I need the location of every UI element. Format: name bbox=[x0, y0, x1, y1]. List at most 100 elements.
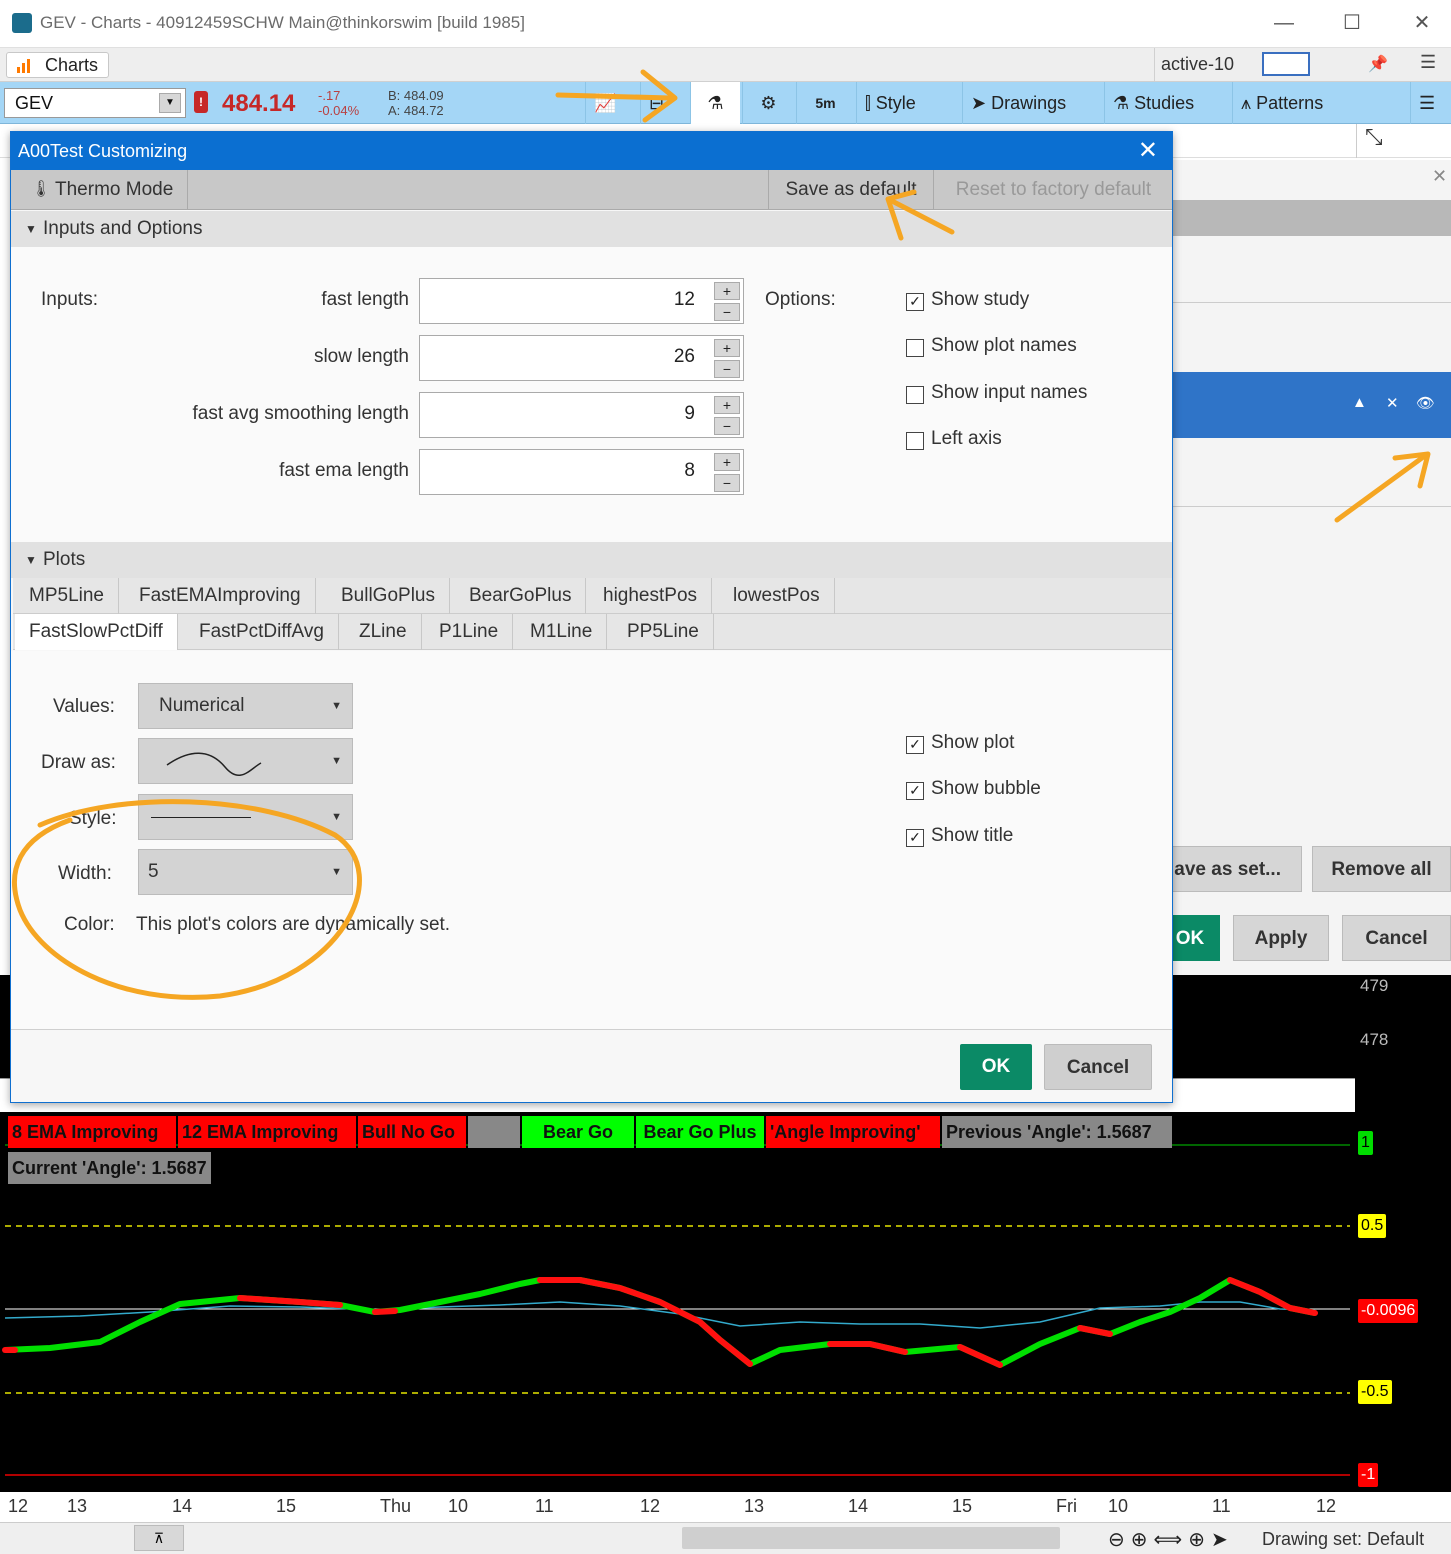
decrement-icon[interactable]: − bbox=[714, 474, 740, 492]
input-field-fast-avg-smoothing-length[interactable]: 9 + − bbox=[419, 392, 744, 438]
increment-icon[interactable]: + bbox=[714, 339, 740, 357]
chart-type-icon[interactable]: 📈 bbox=[585, 82, 635, 124]
save-as-default-button[interactable]: Save as default bbox=[768, 170, 934, 210]
menu-list-icon[interactable]: ☰ bbox=[1420, 52, 1436, 73]
bg-cancel-button[interactable]: Cancel bbox=[1342, 915, 1451, 961]
line-style-select[interactable]: ▼ bbox=[138, 794, 353, 840]
active-link-label[interactable]: active-10 bbox=[1154, 48, 1240, 82]
input-field-fast-ema-length[interactable]: 8 + − bbox=[419, 449, 744, 495]
plots-section-header[interactable]: ▼ Plots bbox=[11, 542, 1172, 578]
visibility-eye-icon[interactable]: 👁 bbox=[1416, 394, 1435, 412]
plot-tab-beargoplus[interactable]: BearGoPlus bbox=[455, 578, 587, 614]
red-segment bbox=[957, 1344, 1003, 1368]
thermo-mode-button[interactable]: 🌡 Thermo Mode bbox=[11, 170, 189, 210]
checkbox-label[interactable]: Show input names bbox=[931, 382, 1087, 404]
remove-all-button[interactable]: Remove all bbox=[1312, 846, 1451, 892]
drawing-set-label[interactable]: Drawing set: Default bbox=[1262, 1529, 1424, 1550]
symbol-dropdown-icon[interactable]: ▼ bbox=[159, 93, 181, 113]
checkbox-label[interactable]: Show title bbox=[931, 825, 1013, 847]
reset-factory-default-button[interactable]: Reset to factory default bbox=[935, 170, 1172, 210]
checkbox-label[interactable]: Show bubble bbox=[931, 778, 1041, 800]
increment-icon[interactable]: + bbox=[714, 282, 740, 300]
plot-tab-fastemaimproving[interactable]: FastEMAImproving bbox=[125, 578, 316, 614]
charts-tab[interactable]: Charts bbox=[6, 52, 110, 78]
decrement-icon[interactable]: − bbox=[714, 303, 740, 321]
bg-close-icon[interactable]: ✕ bbox=[1432, 166, 1447, 187]
style-button[interactable]: ⫿ Style bbox=[856, 82, 924, 124]
link-color-swatch[interactable] bbox=[1262, 52, 1310, 76]
inputs-options-section-header[interactable]: ▼ Inputs and Options bbox=[11, 211, 1172, 247]
input-name-label: fast length bbox=[321, 289, 409, 310]
pin-icon[interactable]: 📌 bbox=[1368, 54, 1388, 74]
chart-toolbar: GEV ▼ ! 484.14 -.17 -0.04% B: 484.09 A: … bbox=[0, 82, 1451, 124]
plot-tab-mp5line[interactable]: MP5Line bbox=[15, 578, 119, 614]
input-name-label: slow length bbox=[313, 346, 409, 367]
patterns-button[interactable]: ⩚ Patterns bbox=[1232, 82, 1331, 124]
plot-tab-m1line[interactable]: M1Line bbox=[516, 614, 608, 650]
plot-tab-fastpctdiffavg[interactable]: FastPctDiffAvg bbox=[185, 614, 339, 650]
remove-study-icon[interactable]: ✕ bbox=[1386, 394, 1399, 412]
drawings-button[interactable]: ➤ Drawings bbox=[962, 82, 1074, 124]
timeframe-button[interactable]: 5m bbox=[796, 82, 854, 124]
decrement-icon[interactable]: − bbox=[714, 417, 740, 435]
checkbox-show-bubble[interactable]: ✓ bbox=[906, 782, 924, 800]
dialog-cancel-button[interactable]: Cancel bbox=[1044, 1044, 1152, 1090]
time-axis-label: 13 bbox=[744, 1496, 765, 1516]
plot-tab-fastslowpctdiff[interactable]: FastSlowPctDiff bbox=[15, 614, 178, 650]
width-select[interactable]: 5 ▼ bbox=[138, 849, 353, 895]
checkbox-show-plot[interactable]: ✓ bbox=[906, 736, 924, 754]
draw-as-select[interactable]: ▼ bbox=[138, 738, 353, 784]
checkbox-label[interactable]: Show study bbox=[931, 289, 1029, 311]
symbol-value: GEV bbox=[15, 93, 54, 113]
increment-icon[interactable]: + bbox=[714, 453, 740, 471]
checkbox-label[interactable]: Show plot names bbox=[931, 335, 1077, 357]
selected-study-row[interactable]: ▲ ✕ 👁 bbox=[1160, 372, 1451, 438]
alert-icon[interactable]: ! bbox=[194, 91, 208, 113]
checkbox-show-title[interactable]: ✓ bbox=[906, 829, 924, 847]
fastslow-pct-diff-line bbox=[4, 1277, 1316, 1368]
minimize-button[interactable]: — bbox=[1264, 8, 1304, 38]
chart-zoom-icon[interactable]: ⤡ bbox=[1356, 124, 1451, 158]
checkbox-left-axis[interactable] bbox=[906, 432, 924, 450]
decrement-icon[interactable]: − bbox=[714, 360, 740, 378]
time-axis-label: Thu bbox=[380, 1496, 412, 1516]
plot-tab-highestpos[interactable]: highestPos bbox=[589, 578, 713, 614]
input-field-fast-length[interactable]: 12 + − bbox=[419, 278, 744, 324]
plot-tab-zline[interactable]: ZLine bbox=[345, 614, 422, 650]
maximize-button[interactable]: ☐ bbox=[1332, 8, 1372, 38]
drawings-label: Drawings bbox=[991, 93, 1067, 113]
plot-tab-bullgoplus[interactable]: BullGoPlus bbox=[327, 578, 450, 614]
plot-tab-pp5line[interactable]: PP5Line bbox=[613, 614, 714, 650]
collapse-pane-icon[interactable]: ⊼ bbox=[134, 1525, 184, 1551]
checkbox-show-input-names[interactable] bbox=[906, 386, 924, 404]
plot-tab-p1line[interactable]: P1Line bbox=[425, 614, 514, 650]
input-value: 12 bbox=[673, 289, 695, 310]
checkbox-label[interactable]: Show plot bbox=[931, 732, 1014, 754]
checkbox-show-study[interactable]: ✓ bbox=[906, 293, 924, 311]
plot-tab-lowestpos[interactable]: lowestPos bbox=[719, 578, 835, 614]
dialog-close-icon[interactable]: ✕ bbox=[1138, 136, 1158, 166]
symbol-input[interactable]: GEV ▼ bbox=[4, 88, 186, 118]
checkbox-label[interactable]: Left axis bbox=[931, 428, 1002, 450]
values-select[interactable]: Numerical ▼ bbox=[138, 683, 353, 729]
save-as-set-button[interactable]: ave as set... bbox=[1155, 846, 1302, 892]
ask-price: A: 484.72 bbox=[388, 103, 444, 118]
chart-scrollbar[interactable]: ⊼ ⊖⊕⟺⊕➤ Drawing set: Default bbox=[0, 1522, 1451, 1554]
toolbar-menu-icon[interactable]: ☰ bbox=[1410, 82, 1451, 124]
compare-icon[interactable]: ⊟ bbox=[640, 82, 690, 124]
settings-gear-icon[interactable]: ⚙ bbox=[742, 82, 794, 124]
scroll-thumb[interactable] bbox=[682, 1527, 1060, 1549]
studies-button[interactable]: ⚗ Studies bbox=[1104, 82, 1202, 124]
checkbox-show-plot-names[interactable] bbox=[906, 339, 924, 357]
studies-flask-icon[interactable]: ⚗ bbox=[690, 82, 740, 124]
increment-icon[interactable]: + bbox=[714, 396, 740, 414]
close-window-button[interactable]: ✕ bbox=[1402, 8, 1442, 38]
move-up-icon[interactable]: ▲ bbox=[1352, 394, 1367, 411]
dropdown-arrow-icon: ▼ bbox=[331, 755, 342, 767]
dialog-ok-button[interactable]: OK bbox=[960, 1044, 1032, 1090]
input-field-slow-length[interactable]: 26 + − bbox=[419, 335, 744, 381]
chart-nav-icons[interactable]: ⊖⊕⟺⊕➤ bbox=[1108, 1527, 1234, 1552]
input-value: 8 bbox=[684, 460, 695, 481]
apply-button[interactable]: Apply bbox=[1233, 915, 1329, 961]
chart-status-label: 'Angle Improving' bbox=[766, 1116, 940, 1148]
